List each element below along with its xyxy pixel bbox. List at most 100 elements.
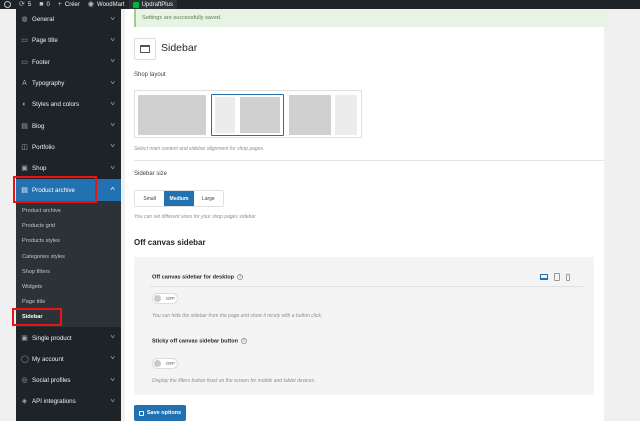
chevron-down-icon: ˅ — [110, 398, 116, 405]
submenu-item-products-grid[interactable]: Products grid — [16, 219, 121, 234]
layout-main-block — [240, 97, 280, 133]
product-icon: ▣ — [21, 334, 28, 342]
menu-item-single-product[interactable]: ▣ Single product ˅ — [16, 327, 121, 348]
save-icon — [138, 410, 144, 416]
success-notice: Settings are successfully saved. — [134, 9, 608, 27]
menu-item-footer[interactable]: ▭ Footer ˅ — [16, 52, 121, 73]
layout-main-block — [289, 95, 331, 135]
chevron-down-icon: ˅ — [110, 37, 116, 44]
woodmart-menu[interactable]: ◉ WoodMart — [84, 0, 129, 9]
divider — [134, 160, 604, 161]
portfolio-icon: ◫ — [21, 143, 28, 151]
updraft-icon — [132, 1, 139, 8]
chevron-down-icon: ˅ — [110, 356, 116, 363]
footer-icon: ▭ — [21, 58, 28, 66]
toggle-knob — [154, 295, 161, 302]
layout-sidebar-block — [215, 97, 235, 133]
page-title: Sidebar — [161, 42, 198, 54]
submenu-item-categories-styles[interactable]: Categories styles — [16, 249, 121, 264]
help-icon[interactable]: ? — [237, 274, 244, 280]
submenu-item-page-title[interactable]: Page title — [16, 294, 121, 309]
mobile-icon[interactable] — [566, 273, 570, 281]
off-canvas-heading: Off canvas sidebar — [134, 238, 206, 247]
shop-layout-label: Shop layout — [134, 72, 166, 78]
sidebar-size-label: Sidebar size — [134, 171, 168, 177]
save-options-button[interactable]: Save options — [134, 405, 186, 421]
submenu-item-products-styles[interactable]: Products styles — [16, 234, 121, 249]
menu-item-shop[interactable]: ▣ Shop ˅ — [16, 158, 121, 179]
sticky-button-toggle[interactable]: OFF — [152, 358, 178, 369]
toggle-knob — [154, 360, 161, 367]
sticky-button-help: Display the filters button fixed on the … — [152, 378, 316, 384]
menu-item-my-account[interactable]: ◯ My account ˅ — [16, 349, 121, 370]
chevron-down-icon: ˅ — [110, 165, 116, 172]
comments-link[interactable]: ■ 0 — [35, 0, 54, 9]
menu-item-page-title[interactable]: ▭ Page title ˅ — [16, 30, 121, 51]
archive-box-icon — [140, 45, 150, 53]
menu-item-general[interactable]: ◍ General ˅ — [16, 9, 121, 30]
chevron-down-icon: ˅ — [110, 16, 116, 23]
settings-sidebar: ◍ General ˅ ▭ Page title ˅ ▭ Footer ˅ A Typography… — [16, 9, 121, 421]
shop-layout-selector — [134, 90, 362, 138]
palette-icon: ◐ — [22, 101, 27, 109]
layout-option-sidebar-left[interactable] — [211, 94, 284, 136]
layout-option-full-width[interactable] — [138, 94, 208, 136]
chevron-down-icon: ˅ — [110, 123, 116, 130]
chevron-down-icon: ˅ — [110, 80, 116, 87]
product-archive-submenu: Product archive Products grid Products sty… — [16, 200, 121, 328]
wp-logo-menu[interactable] — [0, 0, 15, 9]
menu-item-blog[interactable]: ▤ Blog ˅ — [16, 115, 121, 136]
size-small-button[interactable]: Small — [135, 191, 165, 206]
chevron-up-icon: ˄ — [110, 187, 116, 194]
chevron-down-icon: ˅ — [110, 377, 116, 384]
submenu-item-widgets[interactable]: Widgets — [16, 279, 121, 294]
updates-link[interactable]: ⟳ 5 — [15, 0, 35, 9]
submenu-item-sidebar[interactable]: Sidebar — [16, 309, 121, 324]
share-icon: ◎ — [21, 377, 28, 385]
sidebar-size-help: You can set different sizes for your sho… — [134, 214, 256, 220]
layout-option-sidebar-right[interactable] — [287, 94, 359, 136]
sidebar-section-icon — [134, 38, 156, 60]
chevron-down-icon: ˅ — [110, 101, 116, 108]
updates-icon: ⟳ — [19, 1, 25, 8]
submenu-item-shop-filters[interactable]: Shop filters — [16, 264, 121, 279]
desktop-icon[interactable] — [540, 274, 548, 280]
menu-item-social-profiles[interactable]: ◎ Social profiles ˅ — [16, 370, 121, 391]
help-icon[interactable]: ? — [241, 338, 248, 344]
submenu-item-product-archive[interactable]: Product archive — [16, 204, 121, 219]
tablet-icon[interactable] — [554, 273, 560, 281]
admin-bar: ⟳ 5 ■ 0 + Créer ◉ WoodMart UpdraftPlus — [0, 0, 640, 9]
off-canvas-desktop-toggle[interactable]: OFF — [152, 293, 178, 304]
layout-sidebar-block — [335, 95, 357, 135]
new-content-menu[interactable]: + Créer — [54, 0, 84, 9]
size-medium-button[interactable]: Medium — [164, 191, 194, 206]
off-canvas-desktop-label: Off canvas sidebar for desktop? — [152, 274, 244, 281]
menu-item-api-integrations[interactable]: ◈ API integrations ˅ — [16, 391, 121, 412]
menu-item-portfolio[interactable]: ◫ Portfolio ˅ — [16, 137, 121, 158]
chevron-down-icon: ˅ — [110, 144, 116, 151]
typography-icon: A — [22, 80, 27, 88]
device-switcher — [540, 273, 570, 281]
plus-icon: + — [57, 1, 62, 8]
off-canvas-desktop-help: You can hide the sidebar from the page a… — [152, 313, 323, 319]
chevron-down-icon: ˅ — [110, 335, 116, 342]
api-icon: ◈ — [21, 398, 28, 406]
updraft-menu[interactable]: UpdraftPlus — [128, 0, 177, 9]
comment-icon: ■ — [39, 1, 44, 8]
wordpress-logo-icon — [4, 1, 11, 8]
sticky-button-label: Sticky off canvas sidebar button? — [152, 338, 248, 345]
menu-item-product-archive[interactable]: ▤ Product archive ˄ — [16, 179, 121, 201]
size-large-button[interactable]: Large — [193, 191, 223, 206]
chevron-down-icon: ˅ — [110, 59, 116, 66]
user-icon: ◯ — [21, 355, 29, 363]
archive-icon: ▤ — [21, 186, 28, 194]
sidebar-size-buttons: Small Medium Large — [134, 190, 224, 207]
blog-icon: ▤ — [21, 122, 28, 130]
title-icon: ▭ — [21, 37, 28, 45]
divider — [150, 286, 585, 287]
menu-item-styles-and-colors[interactable]: ◐ Styles and colors ˅ — [16, 94, 121, 115]
woodmart-icon: ◉ — [87, 1, 95, 8]
layout-main-block — [138, 95, 206, 135]
menu-item-typography[interactable]: A Typography ˅ — [16, 73, 121, 94]
shop-icon: ▣ — [21, 165, 28, 173]
